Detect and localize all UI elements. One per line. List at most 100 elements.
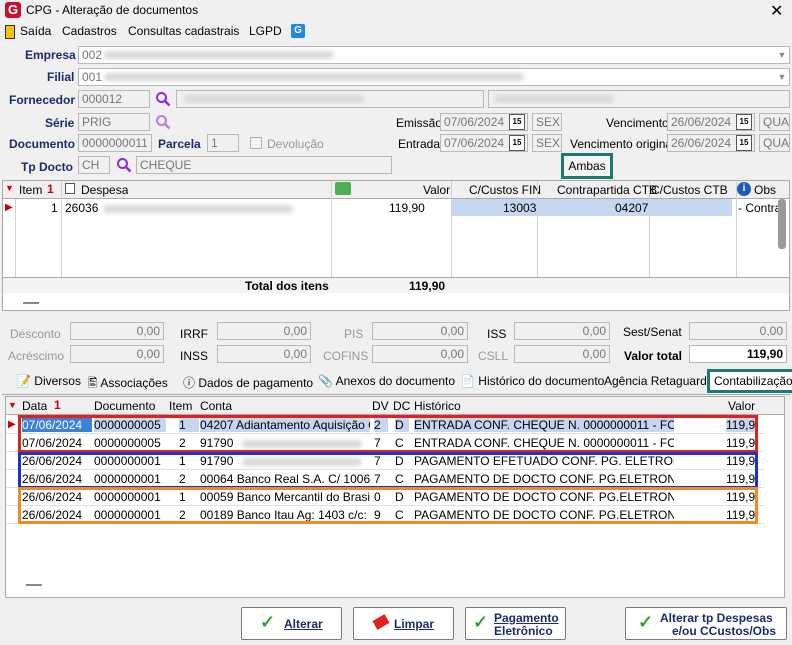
col-dv[interactable]: DV: [372, 399, 389, 413]
tab-historico[interactable]: 📄 Histórico do documento: [456, 371, 608, 393]
col-item[interactable]: Item: [169, 399, 192, 413]
tab-diversos[interactable]: 📝 Diversos: [12, 371, 85, 393]
table-row[interactable]: ▶ 1 26036 119,90 13003 04207 - Contra: [3, 199, 789, 216]
row-ccfin: 13003: [503, 201, 537, 215]
tab-agencia[interactable]: Agência Retaguarda: [600, 371, 717, 393]
tab-anexos[interactable]: 📎 Anexos do documento: [314, 371, 459, 393]
iss-field[interactable]: 0,00: [514, 322, 610, 340]
venc-orig-label: Vencimento original: [570, 137, 675, 151]
entrada-label: Entrada: [398, 137, 441, 151]
row-despesa: 26036: [65, 201, 99, 215]
csll-field[interactable]: 0,00: [514, 345, 610, 363]
cell-valor: 119,90: [726, 472, 758, 486]
accounting-grid: ▼ Data 1 Documento Item Conta DV DC Hist…: [5, 396, 785, 598]
pis-field[interactable]: 0,00: [372, 322, 468, 340]
cofins-field[interactable]: 0,00: [372, 345, 468, 363]
redacted-fornecedor-doc: [494, 95, 614, 103]
items-hscroll[interactable]: [23, 302, 39, 304]
accounting-hscroll[interactable]: [26, 584, 42, 586]
acrescimo-field[interactable]: 0,00: [70, 345, 164, 363]
tab-associacoes[interactable]: 🖺 Associações: [84, 371, 172, 393]
limpar-button[interactable]: Limpar: [353, 607, 454, 640]
col-dc[interactable]: DC: [393, 399, 410, 413]
cell-dv: 7: [374, 454, 381, 468]
ambas-button[interactable]: Ambas: [561, 153, 613, 179]
pis-label: PIS: [344, 327, 364, 341]
table-row[interactable]: ▶ 07/06/2024 0000000005 1 04207 Adiantamento…: [6, 416, 764, 434]
alterar-tp-despesas-button[interactable]: ✓ Alterar tp Despesas e/ou CCustos/Obs: [625, 607, 787, 640]
cell-valor: 119,90: [726, 454, 758, 468]
desconto-field[interactable]: 0,00: [70, 322, 164, 340]
table-row[interactable]: 26/06/2024 0000000001 1 91790 7 D PAGAMENTO EF…: [6, 452, 764, 470]
col-despesa[interactable]: Despesa: [81, 183, 128, 197]
fornecedor-search-icon[interactable]: [155, 91, 171, 107]
tab-dados-pagamento[interactable]: ⓘ Dados de pagamento: [179, 371, 317, 393]
row-contrapartida: 04207: [615, 201, 649, 215]
cell-data: 26/06/2024: [22, 472, 83, 486]
cell-valor: 119,90: [726, 418, 758, 432]
col-historico[interactable]: Histórico: [414, 399, 461, 413]
serie-field[interactable]: PRIG: [78, 113, 150, 131]
col-ccctb[interactable]: C/Custos CTB: [651, 183, 728, 197]
parcela-label: Parcela: [158, 137, 201, 151]
table-row[interactable]: 26/06/2024 0000000001 2 00189 Banco Itau Ag…: [6, 506, 764, 524]
items-total-row: Total dos itens 119,90: [3, 277, 789, 293]
fornecedor-code-field[interactable]: 000012: [78, 90, 150, 108]
menu-saida[interactable]: Saída: [20, 24, 51, 38]
tab-contabilizacao[interactable]: Contabilização: [707, 369, 792, 393]
items-scrollbar[interactable]: [778, 199, 786, 249]
cofins-label: COFINS: [323, 349, 369, 363]
close-icon[interactable]: ✕: [770, 1, 783, 21]
venc-orig-calendar-icon[interactable]: 15: [736, 135, 752, 151]
col-valor[interactable]: Valor: [423, 183, 450, 197]
app-logo-icon: G: [5, 2, 21, 18]
empresa-dropdown-icon[interactable]: ▼: [775, 47, 789, 63]
col-documento[interactable]: Documento: [94, 399, 155, 413]
sort-order-icon: 1: [54, 398, 61, 412]
current-row-icon: ▶: [5, 202, 13, 213]
filial-dropdown-icon[interactable]: ▼: [775, 69, 789, 85]
valortotal-label: Valor total: [624, 349, 683, 363]
cell-dc: C: [395, 436, 404, 450]
cell-historico: PAGAMENTO EFETUADO CONF. PG. ELETRONI...: [414, 454, 674, 468]
check-icon: ✓: [638, 612, 654, 632]
devolucao-checkbox[interactable]: [250, 137, 262, 149]
col-data[interactable]: Data: [22, 399, 47, 413]
col-ccfin[interactable]: C/Custos FIN: [469, 183, 541, 197]
cell-historico: PAGAMENTO DE DOCTO CONF. PG.ELETRONIC...: [414, 508, 674, 522]
col-item[interactable]: Item: [19, 183, 42, 197]
tpdocto-search-icon[interactable]: [116, 157, 132, 173]
help-g-icon[interactable]: G: [291, 24, 305, 38]
tpdocto-code-field[interactable]: CH: [78, 156, 110, 174]
parcela-field[interactable]: 1: [207, 134, 239, 152]
col-conta[interactable]: Conta: [200, 399, 232, 413]
alterar-button[interactable]: ✓ Alterar: [241, 607, 342, 640]
col-obs[interactable]: Obs: [754, 183, 776, 197]
tpdocto-desc-field: CHEQUE: [136, 156, 392, 174]
emissao-calendar-icon[interactable]: 15: [509, 114, 525, 130]
cell-documento: 0000000005: [94, 418, 166, 432]
acrescimo-label: Acréscimo: [8, 349, 65, 363]
sestsenat-field[interactable]: 0,00: [689, 322, 787, 340]
entrada-calendar-icon[interactable]: 15: [509, 135, 525, 151]
inss-field[interactable]: 0,00: [217, 345, 311, 363]
menu-consultas[interactable]: Consultas cadastrais: [128, 24, 239, 38]
table-row[interactable]: 26/06/2024 0000000001 2 00064 Banco Real S.…: [6, 470, 764, 488]
documento-field[interactable]: 0000000011: [78, 134, 152, 152]
pagamento-eletronico-button[interactable]: ✓ Pagamento Eletrônico: [465, 607, 566, 640]
irrf-field[interactable]: 0,00: [217, 322, 311, 340]
menu-lgpd[interactable]: LGPD: [249, 24, 282, 38]
menu-cadastros[interactable]: Cadastros: [62, 24, 117, 38]
cell-data: 07/06/2024: [22, 436, 83, 450]
serie-search-icon[interactable]: [155, 114, 171, 130]
cell-dv: 0: [374, 490, 381, 504]
col-valor[interactable]: Valor: [728, 399, 755, 413]
cell-valor: 119,90: [726, 508, 758, 522]
empresa-label: Empresa: [25, 48, 76, 62]
col-contrapartida[interactable]: Contrapartida CTB: [557, 183, 657, 197]
window-title: CPG - Alteração de documentos: [26, 3, 199, 17]
vencimento-calendar-icon[interactable]: 15: [736, 114, 752, 130]
table-row[interactable]: 07/06/2024 0000000005 2 91790 7 C ENTRADA CONF…: [6, 434, 764, 452]
redacted-fornecedor: [184, 95, 364, 103]
table-row[interactable]: 26/06/2024 0000000001 1 00059 Banco Mercant…: [6, 488, 764, 506]
